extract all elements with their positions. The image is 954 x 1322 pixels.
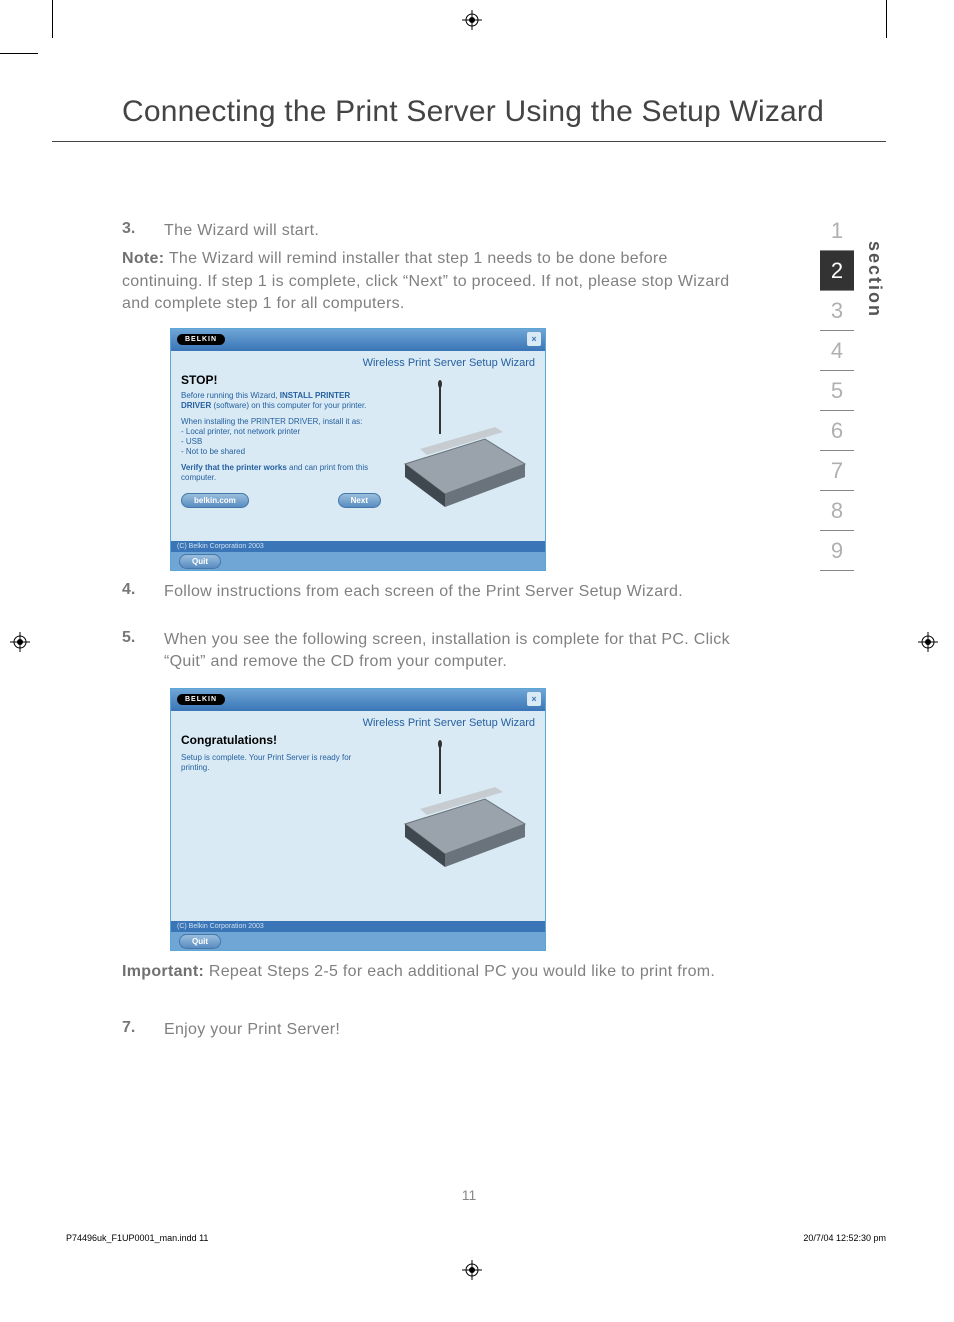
wizard-copyright: (C) Belkin Corporation 2003 xyxy=(171,541,545,552)
section-tab-7[interactable]: 7 xyxy=(820,451,854,491)
belkin-logo: BELKIN xyxy=(177,334,225,345)
step-5: 5. When you see the following screen, in… xyxy=(122,629,732,674)
step-text: Follow instructions from each screen of … xyxy=(164,581,683,603)
wizard-text: Before running this Wizard, INSTALL PRIN… xyxy=(181,391,381,411)
belkin-logo: BELKIN xyxy=(177,694,225,705)
section-tab-8[interactable]: 8 xyxy=(820,491,854,531)
section-tab-3[interactable]: 3 xyxy=(820,291,854,331)
step-number: 4. xyxy=(122,581,164,603)
note-label: Note: xyxy=(122,250,164,267)
wizard-screenshot-stop: BELKIN × Wireless Print Server Setup Wiz… xyxy=(170,328,546,571)
step-7: 7. Enjoy your Print Server! xyxy=(122,1019,732,1041)
crop-mark xyxy=(886,0,887,38)
wizard-copyright: (C) Belkin Corporation 2003 xyxy=(171,921,545,932)
print-server-device-icon xyxy=(385,739,535,879)
section-tabs: section 1 2 3 4 5 6 7 8 9 xyxy=(820,211,886,571)
important-label: Important: xyxy=(122,963,204,980)
section-tab-2[interactable]: 2 xyxy=(820,251,854,291)
registration-mark-icon xyxy=(462,10,482,30)
step-number: 7. xyxy=(122,1019,164,1041)
print-server-device-icon xyxy=(385,379,535,519)
step-text: The Wizard will start. xyxy=(164,220,319,242)
next-button[interactable]: Next xyxy=(338,493,381,508)
crop-mark xyxy=(0,53,38,54)
important-text: Repeat Steps 2-5 for each additional PC … xyxy=(204,963,715,980)
wizard-footer: Quit xyxy=(171,932,545,950)
wizard-footer: Quit xyxy=(171,552,545,570)
page: Connecting the Print Server Using the Se… xyxy=(52,53,886,1273)
wizard-text: When installing the PRINTER DRIVER, inst… xyxy=(181,417,381,457)
close-icon[interactable]: × xyxy=(527,692,541,706)
wizard-text: Verify that the printer works and can pr… xyxy=(181,463,381,483)
content-column: 3. The Wizard will start. Note: The Wiza… xyxy=(52,142,732,1042)
wizard-titlebar: BELKIN × xyxy=(171,329,545,351)
important-paragraph: Important: Repeat Steps 2-5 for each add… xyxy=(122,961,732,983)
section-tab-1[interactable]: 1 xyxy=(820,211,854,251)
wizard-stop-heading: STOP! xyxy=(181,373,381,387)
page-number: 11 xyxy=(52,1187,886,1203)
step-3: 3. The Wizard will start. xyxy=(122,220,732,242)
note-paragraph: Note: The Wizard will remind installer t… xyxy=(122,248,732,315)
step-4: 4. Follow instructions from each screen … xyxy=(122,581,732,603)
step-text: When you see the following screen, insta… xyxy=(164,629,732,674)
belkin-link-button[interactable]: belkin.com xyxy=(181,493,249,508)
step-text: Enjoy your Print Server! xyxy=(164,1019,340,1041)
quit-button[interactable]: Quit xyxy=(179,934,221,949)
wizard-subtitle: Wireless Print Server Setup Wizard xyxy=(171,711,545,733)
step-number: 5. xyxy=(122,629,164,674)
note-text: The Wizard will remind installer that st… xyxy=(122,250,729,312)
footer-filename: P74496uk_F1UP0001_man.indd 11 xyxy=(66,1233,208,1243)
wizard-congrats-heading: Congratulations! xyxy=(181,733,381,747)
wizard-button-row: belkin.com Next xyxy=(181,489,381,512)
registration-mark-icon xyxy=(10,632,30,652)
page-title: Connecting the Print Server Using the Se… xyxy=(52,53,886,142)
wizard-titlebar: BELKIN × xyxy=(171,689,545,711)
section-tab-5[interactable]: 5 xyxy=(820,371,854,411)
quit-button[interactable]: Quit xyxy=(179,554,221,569)
step-number: 3. xyxy=(122,220,164,242)
section-tab-9[interactable]: 9 xyxy=(820,531,854,571)
wizard-subtitle: Wireless Print Server Setup Wizard xyxy=(171,351,545,373)
section-label: section xyxy=(864,241,885,318)
footer-timestamp: 20/7/04 12:52:30 pm xyxy=(803,1233,886,1243)
close-icon[interactable]: × xyxy=(527,332,541,346)
wizard-text: Setup is complete. Your Print Server is … xyxy=(181,753,381,773)
crop-mark xyxy=(52,0,53,38)
wizard-screenshot-congrats: BELKIN × Wireless Print Server Setup Wiz… xyxy=(170,688,546,951)
registration-mark-icon xyxy=(918,632,938,652)
section-tab-4[interactable]: 4 xyxy=(820,331,854,371)
print-footer: P74496uk_F1UP0001_man.indd 11 20/7/04 12… xyxy=(66,1233,886,1243)
section-tab-6[interactable]: 6 xyxy=(820,411,854,451)
